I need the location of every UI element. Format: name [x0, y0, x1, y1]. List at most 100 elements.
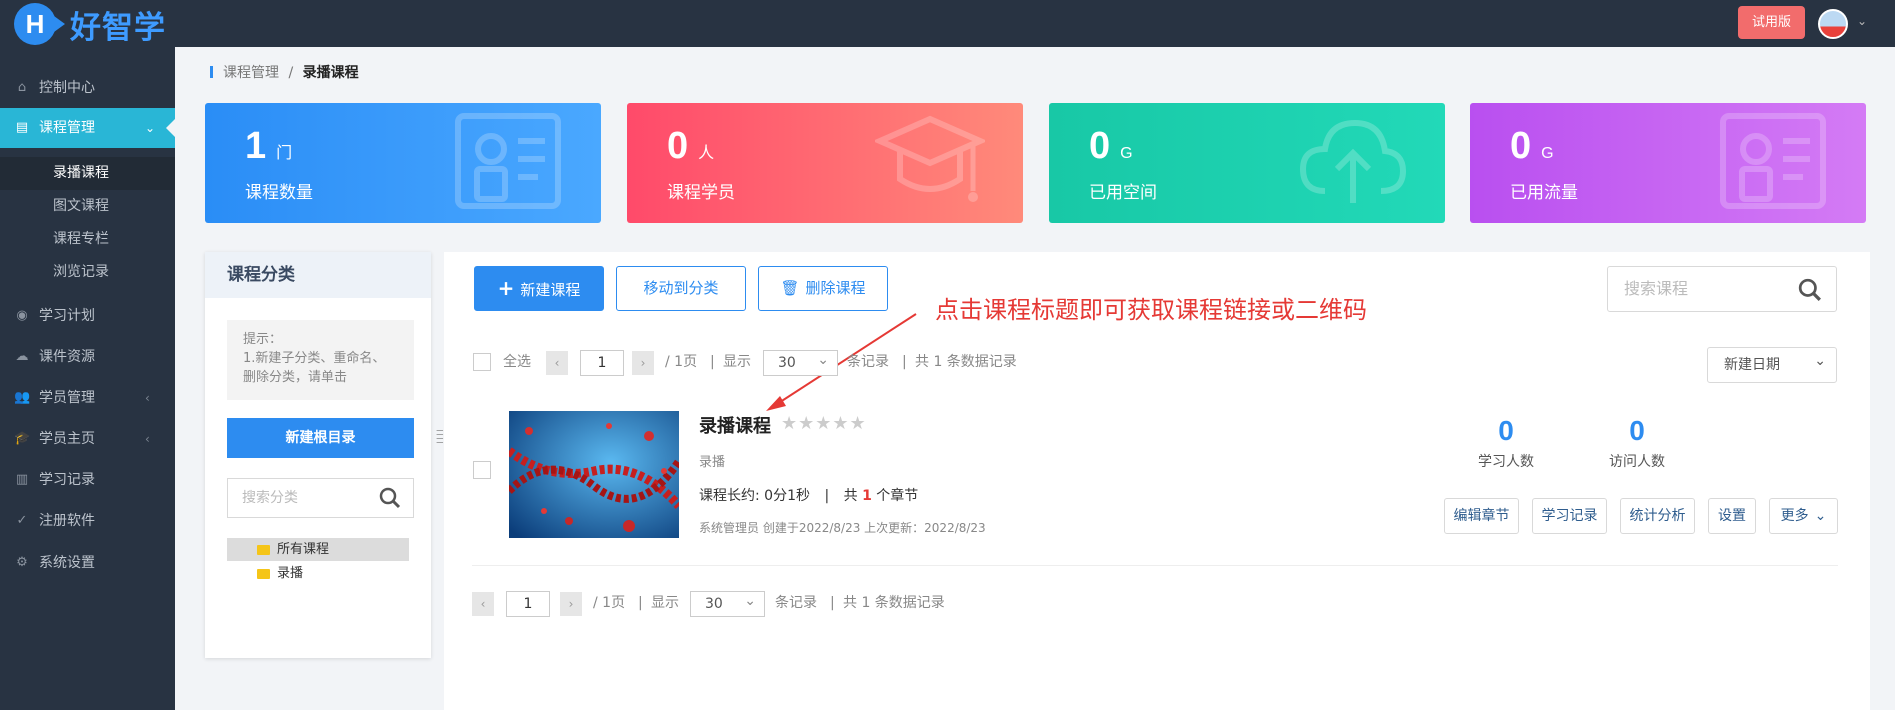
course-type: 录播	[699, 455, 726, 470]
next-page-button[interactable]: ›	[560, 592, 582, 616]
notebook-icon: ▥	[15, 472, 29, 487]
chevron-down-icon: ⌄	[145, 121, 156, 135]
cloud-icon: ☁	[15, 349, 29, 364]
course-search-input[interactable]: 搜索课程	[1607, 266, 1837, 312]
course-row-checkbox[interactable]	[473, 461, 491, 479]
sidebar-item-study-plan[interactable]: ◉ 学习计划	[0, 296, 175, 336]
course-meta: 课程长约: 0分1秒 | 共 1 个章节	[699, 488, 919, 504]
home-icon: ⌂	[17, 80, 27, 95]
stat-label: 已用流量	[1510, 183, 1578, 203]
total-pages: / 1页	[665, 354, 698, 370]
prev-page-button[interactable]: ‹	[472, 592, 494, 616]
sidebar-item-label: 课程管理	[39, 120, 95, 136]
category-tree-item-all[interactable]: 所有课程	[227, 538, 409, 561]
new-root-category-button[interactable]: 新建根目录	[227, 418, 414, 458]
stat-value: 0人	[667, 125, 715, 167]
sidebar-item-course-management[interactable]: ▤ 课程管理 ⌄	[0, 108, 175, 148]
sidebar-subitem-recorded-courses[interactable]: 录播课程	[0, 157, 175, 190]
total-records: 共 1 条数据记录	[843, 595, 945, 611]
learners-label: 学习人数	[1478, 454, 1534, 470]
show-label: 显示	[651, 595, 679, 611]
learning-records-button[interactable]: 学习记录	[1532, 498, 1607, 534]
move-to-category-button[interactable]: 移动到分类	[616, 266, 746, 311]
sidebar-item-label: 注册软件	[39, 513, 95, 529]
stat-value: 1门	[245, 125, 293, 167]
next-page-button[interactable]: ›	[632, 351, 654, 375]
pager-top: 全选 ‹ 1 › / 1页 | 显示 30 条记录 | 共 1 条数据记录	[472, 347, 1072, 377]
show-label: 显示	[723, 354, 751, 370]
id-card-icon	[455, 113, 561, 209]
sidebar-item-dashboard[interactable]: ⌂ 控制中心	[0, 68, 175, 108]
trash-icon: 🗑	[780, 279, 800, 297]
pager-separator: |	[710, 354, 715, 370]
trial-version-button[interactable]: 试用版	[1738, 6, 1805, 39]
sidebar-item-register-software[interactable]: ✓ 注册软件	[0, 501, 175, 541]
stat-card-used-space: 0G 已用空间	[1049, 103, 1445, 223]
delete-course-button[interactable]: 🗑 删除课程	[758, 266, 888, 311]
sidebar-item-label: 课件资源	[39, 349, 95, 365]
row-divider	[472, 565, 1838, 566]
settings-button[interactable]: 设置	[1708, 498, 1756, 534]
sidebar-subitem-article-courses[interactable]: 图文课程	[0, 190, 175, 223]
breadcrumb-marker	[210, 66, 213, 78]
select-all-label[interactable]: 全选	[503, 347, 531, 377]
per-page-suffix: 条记录	[847, 354, 889, 370]
sidebar-item-label: 学习计划	[39, 308, 95, 324]
stat-value: 0G	[1510, 125, 1554, 167]
sort-select[interactable]: 新建日期	[1707, 344, 1837, 383]
chevron-left-icon: ‹	[145, 432, 150, 446]
user-avatar[interactable]	[1818, 9, 1848, 39]
course-title-link[interactable]: 录播课程	[699, 412, 771, 438]
book-icon: ▤	[15, 120, 29, 135]
sidebar-item-system-settings[interactable]: ⚙ 系统设置	[0, 543, 175, 583]
pager-separator: |	[830, 595, 835, 611]
users-icon: 👥	[14, 390, 31, 405]
page-size-select[interactable]: 30	[763, 348, 838, 376]
stat-label: 课程数量	[245, 183, 313, 203]
course-thumbnail[interactable]	[509, 411, 679, 538]
graduation-cap-icon: 🎓	[14, 431, 31, 446]
sidebar-subitem-browse-history[interactable]: 浏览记录	[0, 256, 175, 289]
sidebar-item-label: 学习记录	[39, 472, 95, 488]
stat-value: 0G	[1089, 125, 1133, 167]
breadcrumb-separator: /	[288, 65, 294, 81]
pager-separator: |	[902, 354, 907, 370]
logo-icon: H	[14, 3, 65, 45]
statistics-button[interactable]: 统计分析	[1620, 498, 1695, 534]
per-page-suffix: 条记录	[775, 595, 817, 611]
sidebar-item-learning-records[interactable]: ▥ 学习记录	[0, 460, 175, 500]
stat-label: 已用空间	[1089, 183, 1157, 203]
search-icon[interactable]	[1798, 278, 1822, 302]
search-icon[interactable]	[379, 487, 401, 509]
learners-metric: 0 学习人数	[1451, 415, 1561, 471]
more-button[interactable]: 更多 ⌄	[1769, 498, 1838, 534]
page-size-select[interactable]: 30	[690, 589, 765, 617]
total-pages: / 1页	[593, 595, 626, 611]
sidebar-item-student-homepage[interactable]: 🎓 学员主页 ‹	[0, 419, 175, 459]
sidebar-item-student-management[interactable]: 👥 学员管理 ‹	[0, 378, 175, 418]
visitors-metric: 0 访问人数	[1582, 415, 1692, 471]
sidebar-item-label: 学员管理	[39, 390, 95, 406]
new-course-button[interactable]: + 新建课程	[474, 266, 604, 311]
pager-separator: |	[638, 595, 643, 611]
breadcrumb-parent[interactable]: 课程管理	[223, 65, 279, 81]
visitors-label: 访问人数	[1609, 454, 1665, 470]
folder-icon	[257, 545, 270, 555]
page-number-input[interactable]: 1	[506, 591, 550, 617]
course-info: 系统管理员 创建于2022/8/23 上次更新：2022/8/23	[699, 521, 986, 535]
breadcrumb-current: 录播课程	[302, 65, 359, 81]
page-number-input[interactable]: 1	[580, 350, 624, 376]
sidebar-item-label: 系统设置	[39, 555, 95, 571]
chevron-down-icon[interactable]: ⌄	[1857, 14, 1867, 28]
sidebar: ⌂ 控制中心 ▤ 课程管理 ⌄ 录播课程 图文课程 课程专栏 浏览记录 ◉ 学习…	[0, 47, 175, 710]
prev-page-button[interactable]: ‹	[546, 351, 568, 375]
panel-resize-handle[interactable]: ‒ ‒ ‒ ‒	[436, 424, 444, 448]
category-tree-item-recorded[interactable]: 录播	[227, 562, 409, 585]
visitors-count: 0	[1629, 415, 1645, 446]
edit-chapters-button[interactable]: 编辑章节	[1444, 498, 1519, 534]
category-search-input[interactable]: 搜索分类	[227, 478, 414, 518]
sidebar-subitem-course-columns[interactable]: 课程专栏	[0, 223, 175, 256]
select-all-checkbox[interactable]	[473, 353, 491, 371]
sidebar-item-courseware[interactable]: ☁ 课件资源	[0, 337, 175, 377]
rating-stars: ★★★★★	[781, 413, 867, 434]
